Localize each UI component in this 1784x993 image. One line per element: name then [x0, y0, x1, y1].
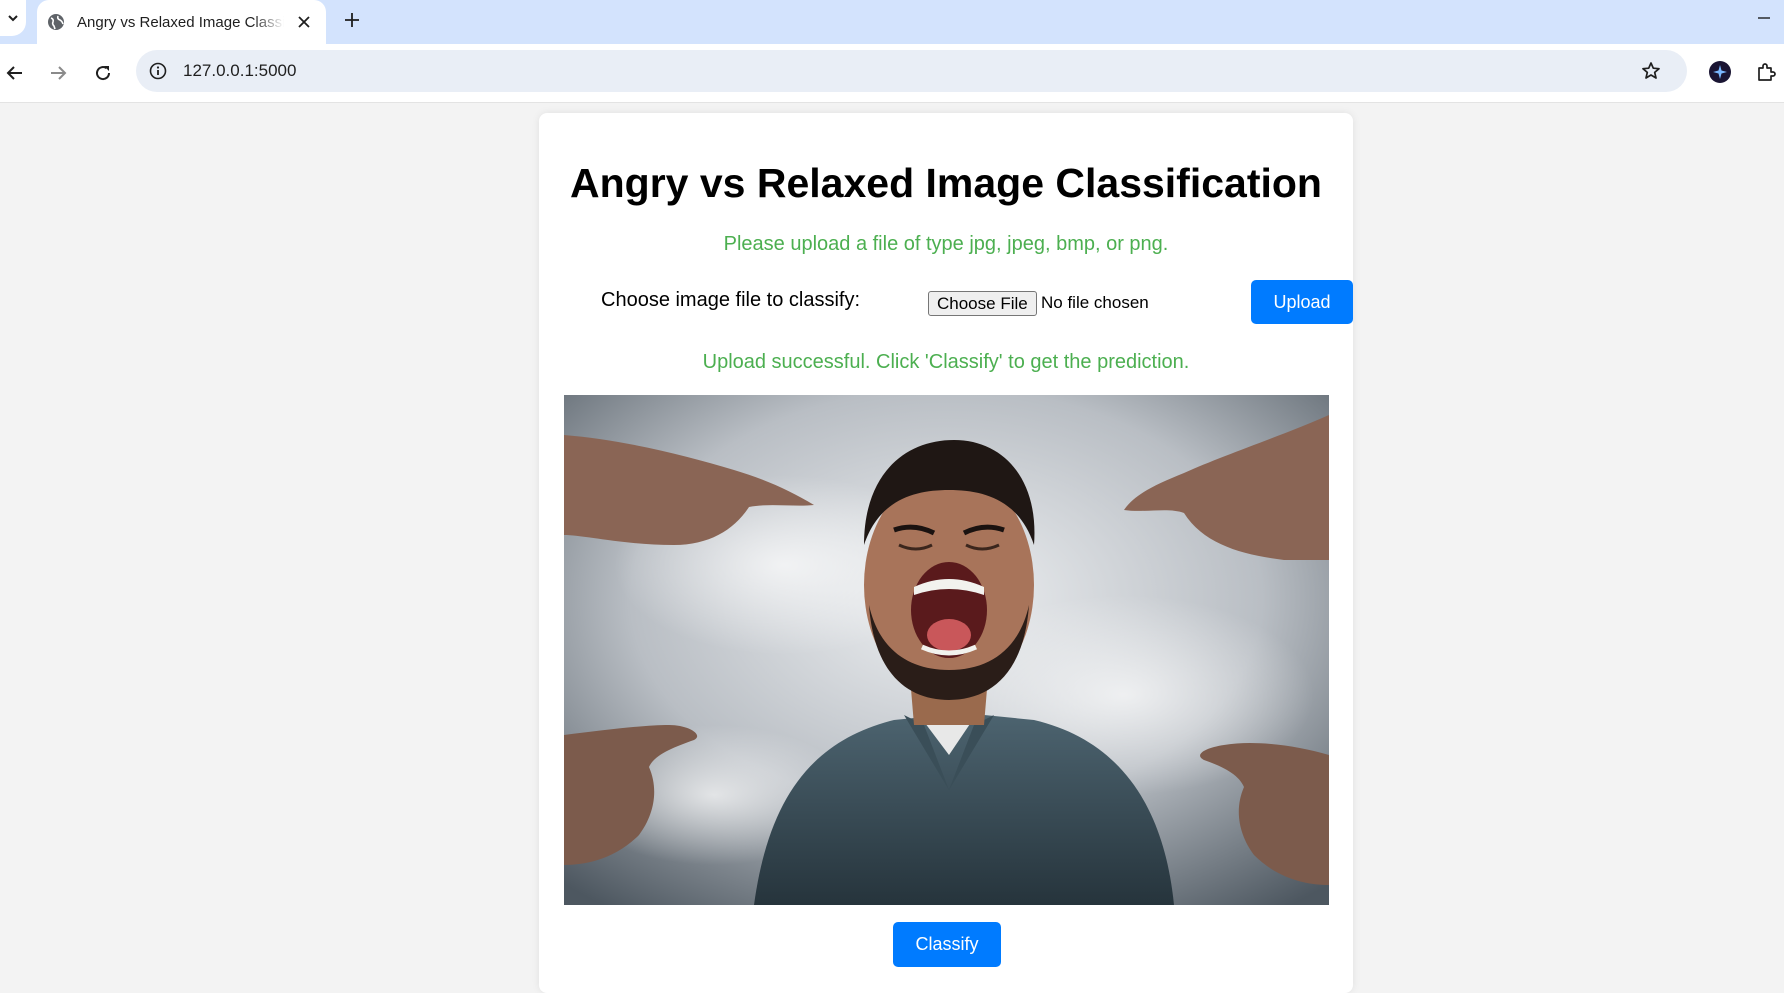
window-minimize-icon[interactable] [1752, 6, 1776, 30]
forward-arrow-icon[interactable] [43, 58, 73, 88]
choose-file-button[interactable]: Choose File [928, 291, 1037, 316]
upload-status-message: Upload successful. Click 'Classify' to g… [702, 351, 1190, 373]
browser-tab-active[interactable]: Angry vs Relaxed Image Classification [37, 0, 326, 44]
classify-button[interactable]: Classify [893, 922, 1001, 967]
upload-button[interactable]: Upload [1251, 280, 1353, 324]
address-bar[interactable]: 127.0.0.1:5000 [136, 50, 1687, 92]
upload-form: Choose image file to classify: Choose Fi… [601, 280, 1353, 324]
file-input-label: Choose image file to classify: [601, 289, 861, 311]
bookmark-star-icon[interactable] [1640, 60, 1662, 82]
url-text[interactable]: 127.0.0.1:5000 [183, 61, 296, 81]
browser-toolbar: 127.0.0.1:5000 [0, 44, 1784, 103]
extensions-puzzle-icon[interactable] [1754, 60, 1778, 84]
reload-icon[interactable] [88, 58, 118, 88]
no-file-chosen-text: No file chosen [1041, 293, 1149, 312]
browser-tabstrip: Angry vs Relaxed Image Classification [0, 0, 1784, 44]
new-tab-plus-icon[interactable] [340, 8, 364, 32]
back-arrow-icon[interactable] [0, 58, 30, 88]
tab-title: Angry vs Relaxed Image Classification [77, 13, 284, 31]
site-info-icon[interactable] [148, 61, 168, 81]
globe-icon [47, 13, 65, 31]
uploaded-image-preview [564, 395, 1329, 905]
profile-avatar-icon[interactable] [1709, 61, 1731, 83]
chevron-down-icon [8, 15, 18, 22]
tab-search-button[interactable] [0, 0, 26, 36]
tab-close-icon[interactable] [294, 12, 314, 32]
page-title: Angry vs Relaxed Image Classification [570, 160, 1322, 206]
file-types-hint: Please upload a file of type jpg, jpeg, … [723, 233, 1169, 255]
main-card: Angry vs Relaxed Image Classification Pl… [539, 113, 1353, 993]
